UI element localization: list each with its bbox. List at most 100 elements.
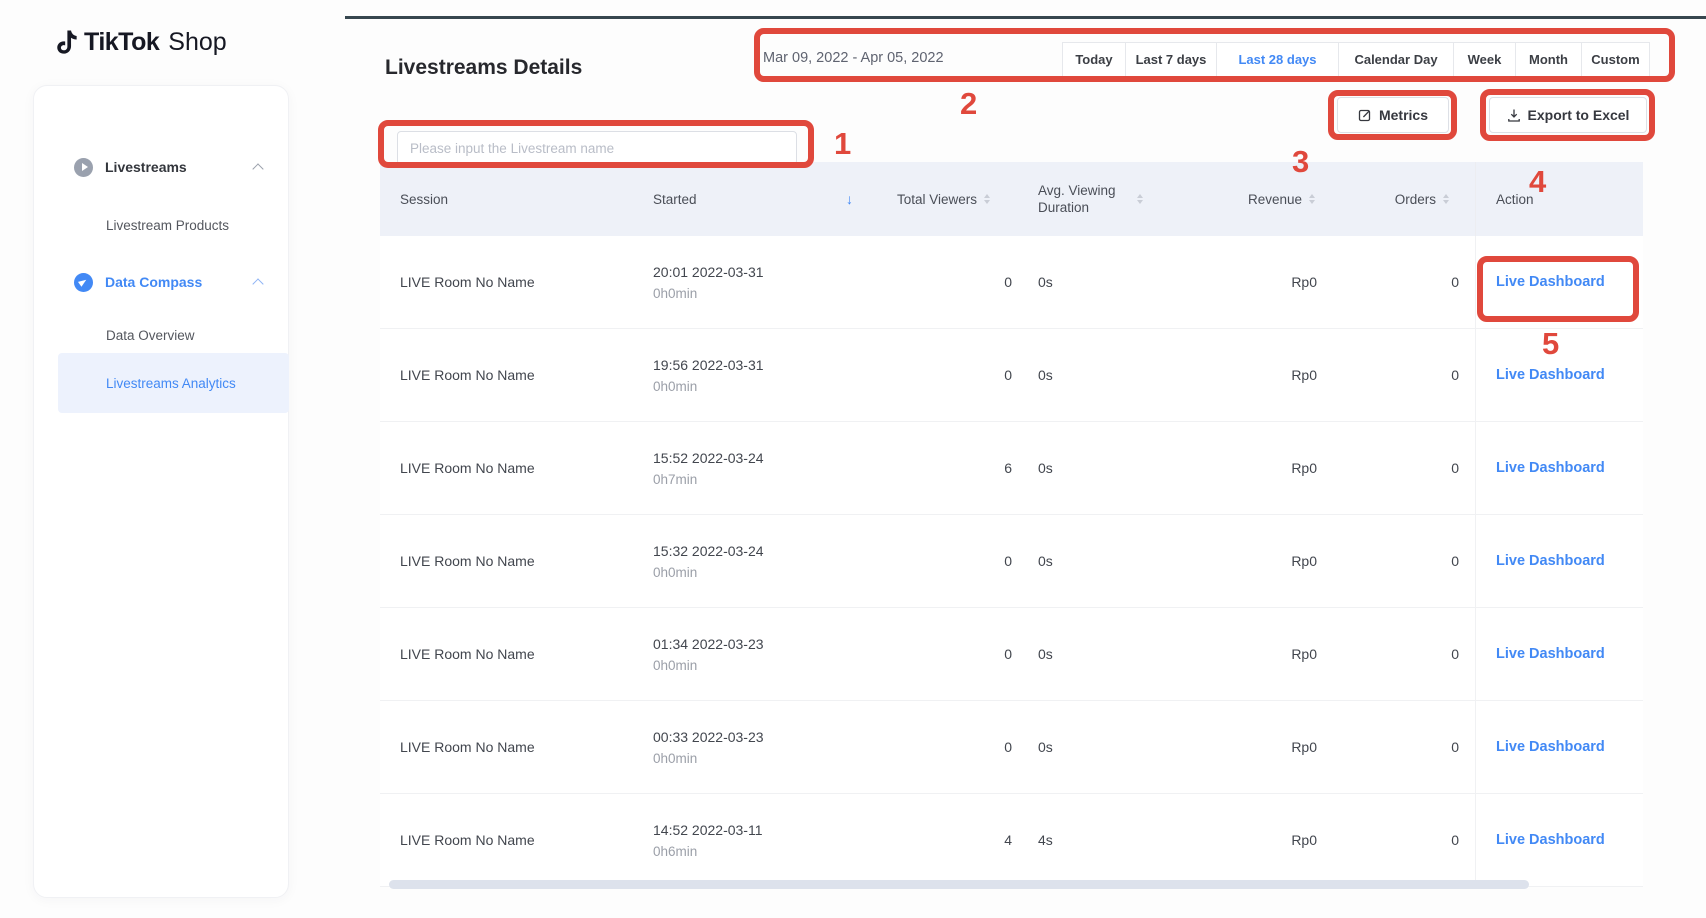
orders-cell: 0	[1325, 794, 1475, 886]
livestreams-table: Session Started ↓ Total Viewers Avg. Vie…	[380, 162, 1643, 887]
revenue-cell: Rp0	[1200, 794, 1325, 886]
sidebar-item-label: Livestream Products	[106, 218, 229, 233]
total-viewers-cell: 4	[863, 794, 1018, 886]
tab-week[interactable]: Week	[1453, 43, 1515, 77]
sort-descending-icon[interactable]: ↓	[846, 191, 853, 207]
logo-text-tiktok: TikTok	[84, 28, 159, 57]
download-icon	[1507, 108, 1521, 123]
tab-today[interactable]: Today	[1063, 43, 1125, 77]
action-cell: Live Dashboard	[1475, 422, 1643, 514]
tiktok-shop-livestreams-analytics-page: TikTok Shop Livestreams Livestream Produ…	[0, 0, 1706, 918]
orders-cell: 0	[1325, 515, 1475, 607]
action-cell: Live Dashboard	[1475, 794, 1643, 886]
data-compass-icon	[74, 273, 93, 292]
edit-metrics-icon	[1358, 108, 1372, 122]
total-viewers-cell: 0	[863, 515, 1018, 607]
table-row: LIVE Room No Name 01:34 2022-03-230h0min…	[380, 608, 1643, 701]
sidebar-item-data-overview[interactable]: Data Overview	[34, 322, 290, 348]
avg-duration-cell: 0s	[1018, 329, 1200, 421]
started-cell: 00:33 2022-03-230h0min	[633, 701, 863, 793]
orders-cell: 0	[1325, 236, 1475, 328]
avg-duration-cell: 0s	[1018, 608, 1200, 700]
sort-carets-icon[interactable]	[1309, 194, 1315, 204]
table-row: LIVE Room No Name 15:52 2022-03-240h7min…	[380, 422, 1643, 515]
orders-cell: 0	[1325, 701, 1475, 793]
started-cell: 15:52 2022-03-240h7min	[633, 422, 863, 514]
livestream-search-input[interactable]	[397, 131, 797, 165]
column-header-revenue[interactable]: Revenue	[1200, 162, 1325, 236]
total-viewers-cell: 0	[863, 329, 1018, 421]
tab-month[interactable]: Month	[1515, 43, 1581, 77]
total-viewers-cell: 0	[863, 701, 1018, 793]
column-header-action: Action	[1475, 162, 1643, 236]
metrics-button-label: Metrics	[1379, 107, 1428, 123]
column-header-avg-viewing-duration[interactable]: Avg. Viewing Duration	[1018, 162, 1200, 236]
sidebar-item-label: Data Compass	[105, 274, 202, 290]
sidebar-item-data-compass[interactable]: Data Compass	[34, 267, 290, 297]
tab-calendar-day[interactable]: Calendar Day	[1338, 43, 1453, 77]
revenue-cell: Rp0	[1200, 329, 1325, 421]
started-cell: 14:52 2022-03-110h6min	[633, 794, 863, 886]
session-cell: LIVE Room No Name	[380, 608, 633, 700]
live-dashboard-link[interactable]: Live Dashboard	[1496, 553, 1605, 569]
revenue-cell: Rp0	[1200, 422, 1325, 514]
metrics-button[interactable]: Metrics	[1337, 97, 1449, 133]
revenue-cell: Rp0	[1200, 236, 1325, 328]
logo-text-shop: Shop	[168, 28, 226, 57]
table-row: LIVE Room No Name 19:56 2022-03-310h0min…	[380, 329, 1643, 422]
session-cell: LIVE Room No Name	[380, 515, 633, 607]
action-cell: Live Dashboard	[1475, 236, 1643, 328]
sidebar-item-label: Livestreams	[105, 159, 187, 175]
started-cell: 20:01 2022-03-310h0min	[633, 236, 863, 328]
sidebar-item-livestream-products[interactable]: Livestream Products	[34, 212, 290, 238]
column-header-session: Session	[380, 162, 633, 236]
avg-duration-cell: 0s	[1018, 701, 1200, 793]
chevron-up-icon[interactable]	[252, 163, 263, 174]
orders-cell: 0	[1325, 422, 1475, 514]
tab-last-7-days[interactable]: Last 7 days	[1125, 43, 1216, 77]
table-row: LIVE Room No Name 15:32 2022-03-240h0min…	[380, 515, 1643, 608]
live-dashboard-link[interactable]: Live Dashboard	[1496, 832, 1605, 848]
live-dashboard-link[interactable]: Live Dashboard	[1496, 367, 1605, 383]
export-to-excel-button[interactable]: Export to Excel	[1489, 97, 1647, 133]
tab-last-28-days[interactable]: Last 28 days	[1216, 43, 1338, 77]
live-dashboard-link[interactable]: Live Dashboard	[1496, 274, 1605, 290]
live-dashboard-link[interactable]: Live Dashboard	[1496, 460, 1605, 476]
column-header-started[interactable]: Started ↓	[633, 162, 863, 236]
chevron-up-icon[interactable]	[252, 278, 263, 289]
sort-carets-icon[interactable]	[984, 194, 990, 204]
action-cell: Live Dashboard	[1475, 701, 1643, 793]
livestreams-icon	[74, 158, 93, 177]
session-cell: LIVE Room No Name	[380, 329, 633, 421]
orders-cell: 0	[1325, 329, 1475, 421]
table-header-row: Session Started ↓ Total Viewers Avg. Vie…	[380, 162, 1643, 236]
tiktok-note-icon	[55, 29, 79, 56]
column-header-total-viewers[interactable]: Total Viewers	[863, 162, 1018, 236]
tiktok-shop-logo: TikTok Shop	[55, 28, 227, 57]
export-button-label: Export to Excel	[1528, 107, 1630, 123]
column-header-orders[interactable]: Orders	[1325, 162, 1475, 236]
avg-duration-cell: 0s	[1018, 515, 1200, 607]
sidebar: Livestreams Livestream Products Data Com…	[33, 85, 289, 898]
sidebar-item-label: Data Overview	[106, 328, 195, 343]
page-title: Livestreams Details	[385, 56, 582, 80]
started-cell: 19:56 2022-03-310h0min	[633, 329, 863, 421]
total-viewers-cell: 0	[863, 608, 1018, 700]
sort-carets-icon[interactable]	[1443, 194, 1449, 204]
live-dashboard-link[interactable]: Live Dashboard	[1496, 646, 1605, 662]
annotation-number-2: 2	[960, 86, 977, 122]
horizontal-scrollbar[interactable]	[389, 880, 1529, 889]
sort-carets-icon[interactable]	[1137, 194, 1143, 204]
tab-custom[interactable]: Custom	[1581, 43, 1649, 77]
table-row: LIVE Room No Name 14:52 2022-03-110h6min…	[380, 794, 1643, 887]
sidebar-item-livestreams-analytics[interactable]: Livestreams Analytics	[34, 368, 290, 398]
revenue-cell: Rp0	[1200, 608, 1325, 700]
avg-duration-cell: 0s	[1018, 422, 1200, 514]
live-dashboard-link[interactable]: Live Dashboard	[1496, 739, 1605, 755]
date-range-display[interactable]: Mar 09, 2022 - Apr 05, 2022	[763, 44, 944, 72]
session-cell: LIVE Room No Name	[380, 236, 633, 328]
session-cell: LIVE Room No Name	[380, 794, 633, 886]
annotation-number-1: 1	[834, 126, 851, 162]
table-row: LIVE Room No Name 20:01 2022-03-310h0min…	[380, 236, 1643, 329]
sidebar-item-livestreams[interactable]: Livestreams	[34, 152, 290, 182]
